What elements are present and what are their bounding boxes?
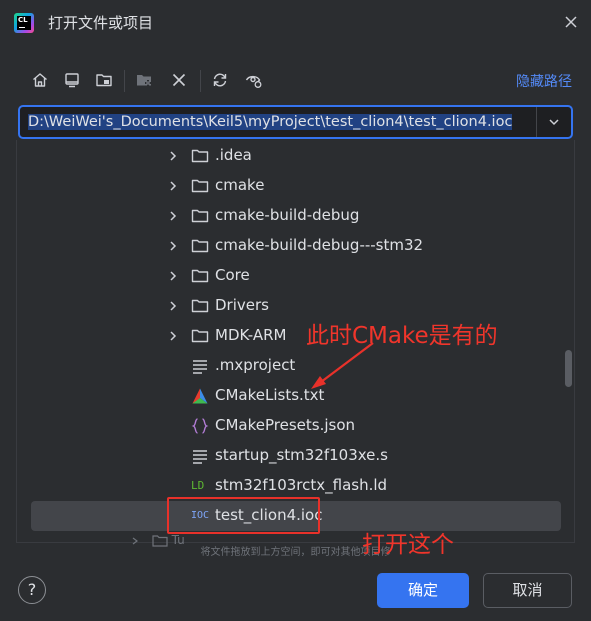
path-field[interactable]: D:\WeiWei's_Documents\Keil5\myProject\te…: [18, 105, 573, 139]
close-button[interactable]: [561, 12, 581, 32]
tree-row-label: .idea: [215, 146, 252, 164]
tree-row-label: startup_stm32f103xe.s: [215, 446, 388, 464]
tree-row-label: Drivers: [215, 296, 269, 314]
desktop-icon: [65, 73, 79, 88]
new-folder-button[interactable]: [132, 66, 156, 94]
folder-icon: [191, 149, 209, 163]
refresh-button[interactable]: [208, 66, 232, 94]
tree-row-label: stm32f103rctx_flash.ld: [215, 476, 388, 494]
tree-row-mxproject[interactable]: .mxproject: [31, 351, 561, 381]
dialog-title: 打开文件或项目: [48, 14, 154, 32]
close-icon: [565, 16, 577, 28]
tree-row-label: cmake-build-debug---stm32: [215, 236, 424, 254]
ok-button[interactable]: 确定: [377, 573, 469, 608]
show-hidden-button[interactable]: [242, 66, 266, 94]
tree-row-label: CMakePresets.json: [215, 416, 356, 434]
folder-icon: [191, 269, 209, 283]
tree-row-cmakepresets[interactable]: CMakePresets.json: [31, 411, 561, 441]
tree-row-label: .mxproject: [215, 356, 296, 374]
folder-icon: [191, 209, 209, 223]
refresh-icon: [213, 73, 227, 87]
chevron-right-icon[interactable]: [167, 329, 179, 343]
new-folder-icon: [137, 75, 151, 86]
home-icon: [33, 73, 47, 87]
desktop-button[interactable]: [60, 66, 84, 94]
tree-row-label: cmake: [215, 176, 265, 194]
annotation-arrow: [311, 342, 374, 389]
tree-row-cmakelists[interactable]: CMakeLists.txt: [31, 381, 561, 411]
annotation-open-note: 打开这个: [362, 532, 454, 558]
tree-row-startup[interactable]: startup_stm32f103xe.s: [31, 441, 561, 471]
tree-row-cmake-build-debug[interactable]: cmake-build-debug: [31, 201, 561, 231]
folder-icon: [191, 179, 209, 193]
tree-row-label: cmake-build-debug: [215, 206, 360, 224]
tree-row-cmake-build-debug-stm32[interactable]: cmake-build-debug---stm32: [31, 231, 561, 261]
chevron-right-icon[interactable]: [167, 299, 179, 313]
chevron-down-icon: [549, 119, 559, 126]
path-input[interactable]: D:\WeiWei's_Documents\Keil5\myProject\te…: [28, 107, 540, 137]
title-bar: CL 打开文件或项目: [0, 0, 591, 44]
project-folder-icon: [96, 74, 112, 87]
tree-scrollbar[interactable]: [565, 350, 572, 387]
delete-icon: [172, 73, 186, 87]
chevron-right-icon[interactable]: [167, 209, 179, 223]
project-dir-button[interactable]: [92, 66, 116, 94]
eye-settings-icon: [245, 75, 262, 88]
tree-row-cmake[interactable]: cmake: [31, 171, 561, 201]
text-file-icon: [193, 450, 207, 464]
chevron-right-icon[interactable]: [167, 149, 179, 163]
hide-path-link[interactable]: 隐藏路径: [516, 71, 572, 91]
cancel-button[interactable]: 取消: [483, 573, 572, 608]
text-file-icon: [193, 360, 207, 374]
chevron-right-icon[interactable]: [167, 239, 179, 253]
path-history-dropdown[interactable]: [536, 107, 571, 137]
clion-logo-icon: CL: [14, 13, 34, 33]
home-button[interactable]: [28, 66, 52, 94]
tree-row-core[interactable]: Core: [31, 261, 561, 291]
drop-hint: 将文件拖放到上方空间，即可对其他项目修: [200, 547, 391, 558]
help-button[interactable]: ?: [18, 576, 46, 604]
json-file-icon: [191, 418, 209, 434]
tree-row-label: Core: [215, 266, 250, 284]
delete-button[interactable]: [167, 66, 191, 94]
cmake-icon: [192, 388, 208, 404]
folder-icon: [191, 329, 209, 343]
ld-file-icon: LD: [191, 479, 205, 492]
tree-row-idea[interactable]: .idea: [31, 141, 561, 171]
chevron-right-icon[interactable]: [167, 269, 179, 283]
folder-icon: [191, 299, 209, 313]
folder-icon: [191, 239, 209, 253]
chevron-right-icon[interactable]: [167, 179, 179, 193]
tree-row-label: MDK-ARM: [215, 326, 287, 344]
annotation-highlight-box: [167, 497, 320, 534]
